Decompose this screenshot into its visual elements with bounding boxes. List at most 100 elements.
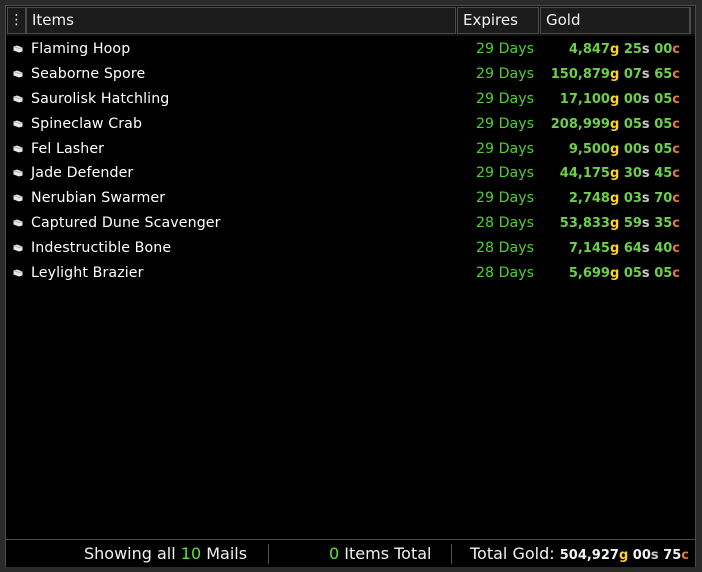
silver-unit: s bbox=[641, 241, 650, 257]
table-row[interactable]: Captured Dune Scavenger 28 Days 53,833g … bbox=[6, 211, 695, 236]
gold-amount: 53,833 bbox=[559, 216, 610, 232]
silver-amount: 00 bbox=[623, 141, 642, 157]
gold-unit: g bbox=[609, 116, 620, 132]
silver-amount: 03 bbox=[623, 191, 642, 207]
expires-value: 29 Days bbox=[476, 90, 534, 107]
copper-unit: c bbox=[672, 91, 680, 107]
silver-amount: 59 bbox=[623, 216, 642, 232]
silver-unit: s bbox=[650, 548, 659, 563]
copper-amount: 05 bbox=[654, 266, 673, 282]
silver-amount: 07 bbox=[623, 66, 642, 82]
silver-unit: s bbox=[641, 166, 650, 182]
gold-amount: 2,748 bbox=[568, 191, 610, 207]
gold-value: 150,879g 07s 65c bbox=[551, 62, 680, 87]
gold-unit: g bbox=[618, 548, 629, 563]
copper-unit: c bbox=[672, 66, 680, 82]
silver-unit: s bbox=[641, 66, 650, 82]
expires-value: 28 Days bbox=[476, 240, 534, 257]
total-gold-amount: 504,927 bbox=[559, 548, 619, 563]
gold-amount: 4,847 bbox=[568, 42, 610, 57]
silver-amount: 00 bbox=[623, 91, 642, 107]
gold-unit: g bbox=[609, 66, 620, 82]
column-header-expires[interactable]: Expires bbox=[457, 7, 539, 34]
footer-divider bbox=[451, 544, 452, 564]
table-header: ⋮ Items Expires Gold bbox=[6, 6, 695, 36]
gold-unit: g bbox=[609, 191, 620, 207]
gold-value: 53,833g 59s 35c bbox=[560, 211, 680, 236]
silver-amount: 25 bbox=[623, 42, 642, 57]
mail-icon bbox=[13, 120, 23, 128]
silver-unit: s bbox=[641, 42, 650, 57]
column-menu-button[interactable]: ⋮ bbox=[7, 7, 26, 34]
mail-icon bbox=[13, 194, 23, 202]
table-row[interactable]: Spineclaw Crab 29 Days 208,999g 05s 05c bbox=[6, 112, 695, 137]
gold-value: 9,500g 00s 05c bbox=[569, 137, 680, 162]
copper-amount: 05 bbox=[654, 116, 673, 132]
column-header-gold[interactable]: Gold bbox=[540, 7, 690, 34]
mail-icon bbox=[13, 269, 23, 277]
silver-unit: s bbox=[641, 216, 650, 232]
expires-value: 29 Days bbox=[476, 41, 534, 57]
copper-unit: c bbox=[672, 241, 680, 257]
mail-icon bbox=[13, 95, 23, 103]
mail-list-panel: ⋮ Items Expires Gold Flaming Hoop 29 Day… bbox=[5, 5, 696, 567]
mail-icon bbox=[13, 145, 23, 153]
mail-icon bbox=[13, 244, 23, 252]
showing-mails-text: Showing all 10 Mails bbox=[84, 540, 247, 567]
items-suffix: Items Total bbox=[344, 544, 432, 563]
table-row[interactable]: Saurolisk Hatchling 29 Days 17,100g 00s … bbox=[6, 87, 695, 112]
table-row[interactable]: Nerubian Swarmer 29 Days 2,748g 03s 70c bbox=[6, 186, 695, 211]
table-row[interactable]: Seaborne Spore 29 Days 150,879g 07s 65c bbox=[6, 62, 695, 87]
total-silver-amount: 00 bbox=[632, 548, 651, 563]
gold-value: 7,145g 64s 40c bbox=[569, 236, 680, 261]
table-row[interactable]: Indestructible Bone 28 Days 7,145g 64s 4… bbox=[6, 236, 695, 261]
item-name: Saurolisk Hatchling bbox=[31, 90, 170, 107]
total-gold-text: Total Gold: 504,927g 00s 75c bbox=[470, 540, 689, 567]
table-row[interactable]: Leylight Brazier 28 Days 5,699g 05s 05c bbox=[6, 261, 695, 286]
gold-unit: g bbox=[609, 166, 620, 182]
copper-unit: c bbox=[672, 42, 680, 57]
silver-amount: 64 bbox=[623, 241, 642, 257]
item-name: Spineclaw Crab bbox=[31, 115, 143, 132]
copper-amount: 00 bbox=[654, 42, 673, 57]
expires-value: 28 Days bbox=[476, 215, 534, 232]
header-filler bbox=[690, 7, 695, 34]
table-row[interactable]: Flaming Hoop 29 Days 4,847g 25s 00c bbox=[6, 37, 695, 62]
vertical-dots-icon: ⋮ bbox=[9, 12, 24, 28]
gold-amount: 9,500 bbox=[568, 141, 610, 157]
gold-amount: 5,699 bbox=[568, 266, 610, 282]
mail-icon bbox=[13, 219, 23, 227]
gold-amount: 44,175 bbox=[559, 166, 610, 182]
status-footer: Showing all 10 Mails 0 Items Total Total… bbox=[6, 539, 695, 567]
silver-unit: s bbox=[641, 91, 650, 107]
gold-value: 4,847g 25s 00c bbox=[569, 37, 680, 62]
silver-amount: 30 bbox=[623, 166, 642, 182]
table-row[interactable]: Jade Defender 29 Days 44,175g 30s 45c bbox=[6, 161, 695, 186]
total-copper-amount: 75 bbox=[663, 548, 682, 563]
gold-unit: g bbox=[609, 91, 620, 107]
copper-unit: c bbox=[672, 166, 680, 182]
gold-value: 208,999g 05s 05c bbox=[551, 112, 680, 137]
silver-unit: s bbox=[641, 191, 650, 207]
gold-amount: 208,999 bbox=[550, 116, 610, 132]
column-header-items[interactable]: Items bbox=[26, 7, 456, 34]
gold-amount: 17,100 bbox=[559, 91, 610, 107]
gold-value: 44,175g 30s 45c bbox=[560, 161, 680, 186]
item-name: Nerubian Swarmer bbox=[31, 190, 166, 207]
copper-amount: 65 bbox=[654, 66, 673, 82]
silver-amount: 05 bbox=[623, 266, 642, 282]
total-gold-label: Total Gold: bbox=[470, 544, 555, 563]
item-name: Indestructible Bone bbox=[31, 240, 172, 257]
silver-unit: s bbox=[641, 116, 650, 132]
item-name: Seaborne Spore bbox=[31, 65, 146, 82]
gold-amount: 150,879 bbox=[550, 66, 610, 82]
copper-amount: 40 bbox=[654, 241, 673, 257]
gold-unit: g bbox=[609, 42, 620, 57]
copper-unit: c bbox=[672, 191, 680, 207]
expires-value: 29 Days bbox=[476, 190, 534, 207]
expires-value: 28 Days bbox=[476, 265, 534, 282]
copper-amount: 35 bbox=[654, 216, 673, 232]
expires-value: 29 Days bbox=[476, 165, 534, 182]
footer-divider bbox=[268, 544, 269, 564]
table-row[interactable]: Fel Lasher 29 Days 9,500g 00s 05c bbox=[6, 137, 695, 162]
